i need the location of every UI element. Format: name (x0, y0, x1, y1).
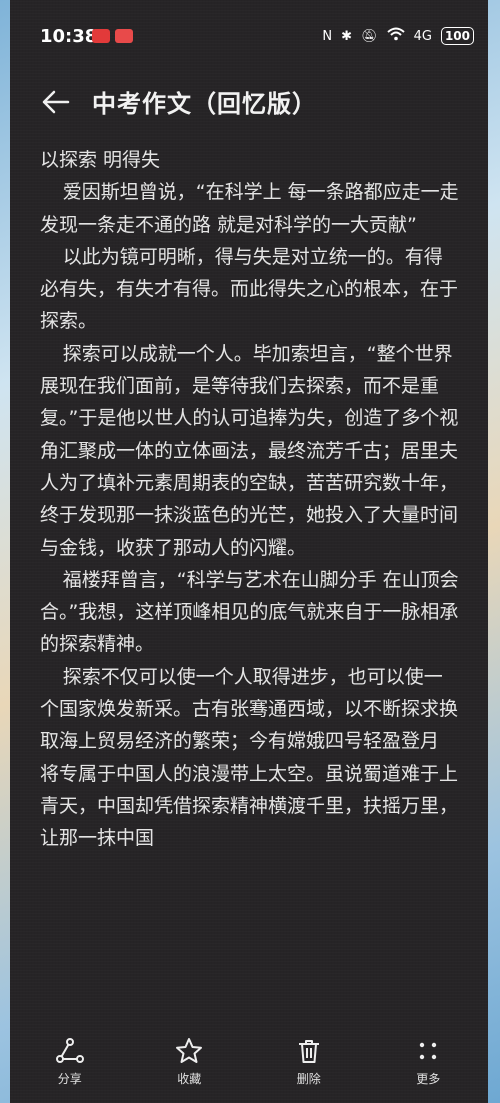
star-icon (176, 1038, 203, 1063)
phone-screen: 10:38 N ✱ 🔕︎ 4G 100 中考作文（回忆版） 以探索 明得失 爱因… (10, 0, 488, 1103)
share-label: 分享 (57, 1072, 82, 1086)
more-label: 更多 (416, 1072, 441, 1086)
mute-icon: 🔕︎ (361, 28, 378, 44)
status-icons: N ✱ 🔕︎ 4G 100 (322, 27, 474, 45)
article-paragraph: 以此为镜可明晰，得与失是对立统一的。有得必有失，有失才有得。而此得失之心的根本，… (40, 245, 459, 333)
status-time: 10:38 (40, 25, 98, 47)
article-heading: 以探索 明得失 (40, 149, 161, 171)
notification-icon (92, 29, 110, 43)
trash-icon (298, 1040, 319, 1063)
delete-button[interactable]: 删除 (264, 1030, 354, 1087)
article-paragraph: 探索可以成就一个人。毕加索坦言，“整个世界展现在我们面前，是等待我们去探索，而不… (40, 342, 459, 559)
article-paragraph: 爱因斯坦曾说，“在科学上 每一条路都应走一走 发现一条走不通的路 就是对科学的一… (40, 181, 459, 236)
more-icon (420, 1042, 437, 1060)
bottom-toolbar: 分享 收藏 删除 更多 (10, 1030, 488, 1103)
favorite-button[interactable]: 收藏 (144, 1030, 234, 1087)
signal-icon: 4G (413, 28, 432, 44)
article-paragraph: 探索不仅可以使一个人取得进步，也可以使一个国家焕发新采。古有张骞通西域，以不断探… (40, 665, 459, 850)
notification-icon (115, 29, 133, 43)
nfc-icon: N (322, 28, 333, 44)
more-button[interactable]: 更多 (383, 1030, 473, 1087)
wifi-icon (386, 27, 405, 45)
back-arrow-icon[interactable] (38, 84, 74, 120)
share-button[interactable]: 分享 (25, 1030, 115, 1087)
share-icon (55, 1038, 84, 1063)
favorite-label: 收藏 (177, 1072, 202, 1086)
article-body: 以探索 明得失 爱因斯坦曾说，“在科学上 每一条路都应走一走 发现一条走不通的路… (40, 144, 460, 1024)
battery-icon: 100 (440, 27, 474, 45)
article-paragraph: 福楼拜曾言，“科学与艺术在山脚分手 在山顶会合。”我想，这样顶峰相见的底气就来自… (40, 568, 459, 656)
page-title: 中考作文（回忆版） (92, 90, 317, 118)
status-bar: 10:38 N ✱ 🔕︎ 4G 100 (10, 18, 488, 54)
bluetooth-icon: ✱ (341, 28, 353, 44)
app-header: 中考作文（回忆版） (10, 78, 488, 128)
delete-label: 删除 (296, 1072, 321, 1086)
